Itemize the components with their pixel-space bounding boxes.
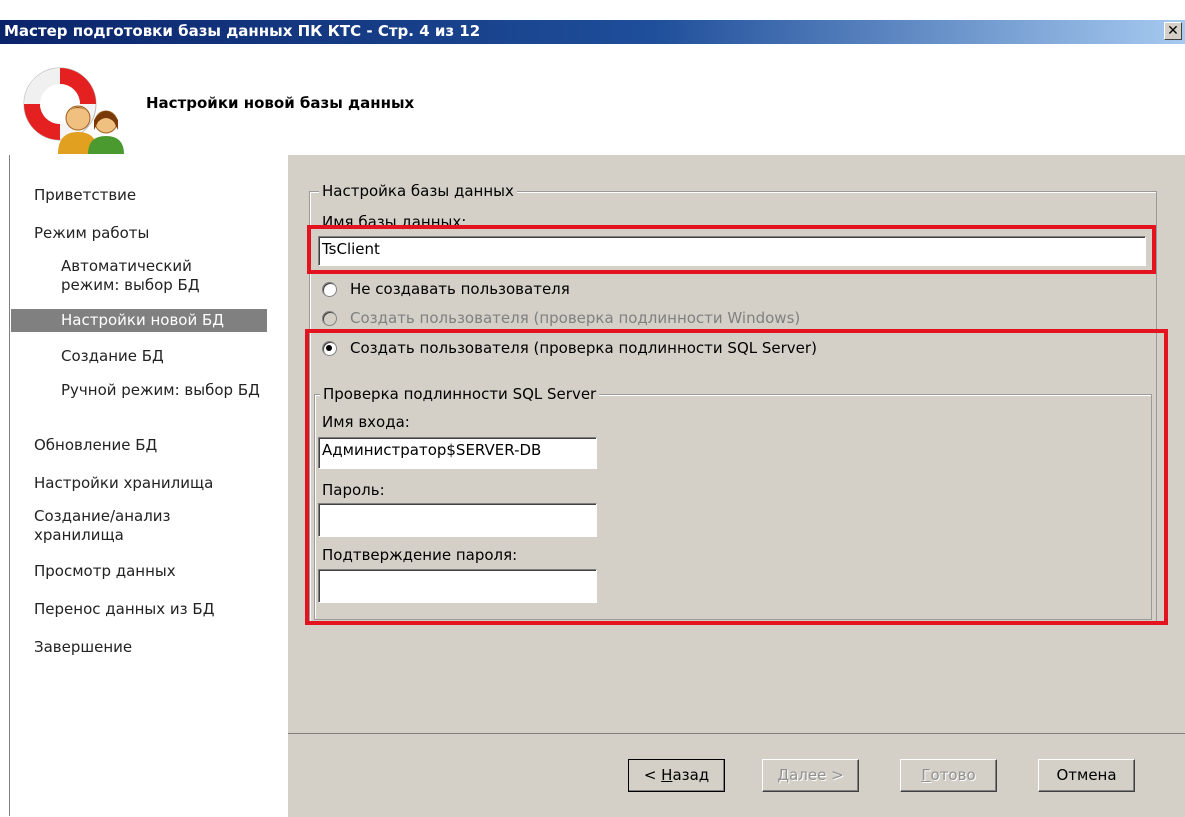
wizard-steps-nav: Приветствие Режим работы Автоматический … xyxy=(10,155,288,816)
radio-no-user-label[interactable]: Не создавать пользователя xyxy=(350,280,570,298)
next-mnemonic: Д xyxy=(777,766,790,784)
nav-step-storage-settings: Настройки хранилища xyxy=(34,474,214,492)
highlight-db-name xyxy=(307,225,1156,274)
db-settings-group-title: Настройка базы данных xyxy=(319,182,517,200)
finish-mnemonic: Г xyxy=(921,766,931,784)
close-icon: ✕ xyxy=(1167,23,1179,39)
back-label-rest: азад xyxy=(672,766,710,784)
finish-button: Готово xyxy=(900,759,997,792)
next-button: Далее > xyxy=(762,759,859,792)
radio-no-user[interactable] xyxy=(322,282,337,297)
back-mnemonic: Н xyxy=(661,766,673,784)
wizard-footer: < Назад Далее > Готово Отмена xyxy=(288,733,1185,817)
title-bar: Мастер подготовки базы данных ПК КТС - С… xyxy=(0,20,1185,44)
nav-step-transfer-data: Перенос данных из БД xyxy=(34,600,215,618)
nav-step-finish: Завершение xyxy=(34,638,133,656)
lifebuoy-users-icon xyxy=(23,67,124,154)
highlight-sql-auth xyxy=(305,329,1168,625)
nav-step-manual-mode-select-db: Ручной режим: выбор БД xyxy=(61,381,260,399)
main-panel: Настройка базы данных Имя базы данных: T… xyxy=(288,155,1185,733)
cancel-button[interactable]: Отмена xyxy=(1038,759,1135,792)
radio-windows-auth-label: Создать пользователя (проверка подлиннос… xyxy=(350,309,801,327)
nav-step-view-data: Просмотр данных xyxy=(34,562,176,580)
next-label-rest: алее > xyxy=(789,766,844,784)
page-title: Настройки новой базы данных xyxy=(146,94,415,112)
nav-step-work-mode: Режим работы xyxy=(34,224,150,242)
nav-step-auto-mode-select-db: Автоматический режим: выбор БД xyxy=(61,257,200,294)
nav-step-create-db: Создание БД xyxy=(61,347,164,365)
window-title: Мастер подготовки базы данных ПК КТС - С… xyxy=(4,22,481,40)
wizard-header: Настройки новой базы данных xyxy=(0,44,1185,155)
finish-label-rest: отово xyxy=(930,766,976,784)
back-prefix: < xyxy=(643,766,662,784)
nav-step-create-analyze-storage: Создание/анализ хранилища xyxy=(34,507,171,544)
close-button[interactable]: ✕ xyxy=(1164,22,1182,40)
nav-step-welcome: Приветствие xyxy=(34,186,137,204)
back-button[interactable]: < Назад xyxy=(628,759,725,792)
nav-step-update-db: Обновление БД xyxy=(34,436,158,454)
radio-windows-auth xyxy=(322,311,337,326)
nav-step-new-db-settings: Настройки новой БД xyxy=(11,309,267,332)
